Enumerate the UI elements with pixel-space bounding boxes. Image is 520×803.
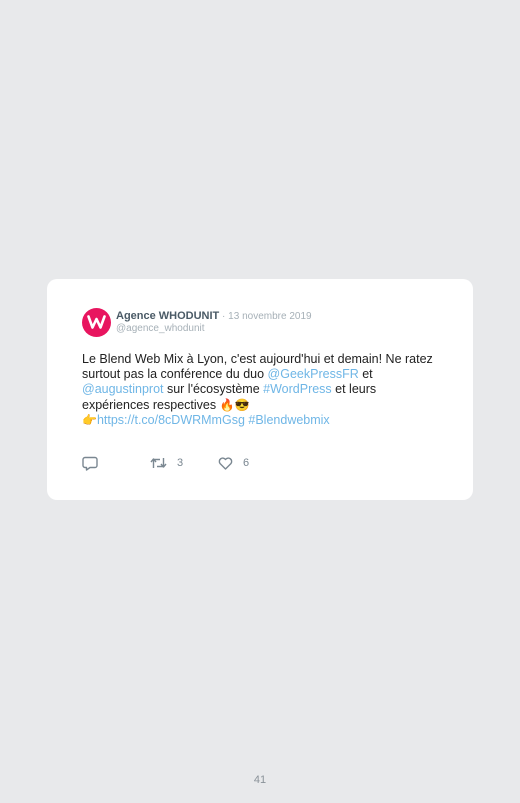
mention-geekpressfr[interactable]: @GeekPressFR — [268, 367, 359, 381]
hashtag-blendwebmix[interactable]: #Blendwebmix — [248, 413, 329, 427]
author-meta: Agence WHODUNIT · 13 novembre 2019 @agen… — [116, 310, 312, 335]
tweet-text: Le Blend Web Mix à Lyon, c'est aujourd'h… — [82, 352, 442, 428]
page-number: 41 — [253, 774, 267, 786]
reply-button[interactable] — [82, 455, 98, 471]
author-handle[interactable]: @agence_whodunit — [116, 323, 312, 335]
avatar[interactable] — [82, 307, 111, 337]
tweet-url-link[interactable]: https://t.co/8cDWRMmGsg — [97, 413, 245, 427]
mention-augustinprot[interactable]: @augustinprot — [82, 382, 164, 396]
hashtag-wordpress[interactable]: #WordPress — [263, 382, 332, 396]
cool-emoji-icon: 😎 — [234, 397, 250, 412]
fire-emoji-icon: 🔥 — [219, 397, 235, 412]
whodunit-logo-icon — [87, 315, 106, 329]
tweet-header: Agence WHODUNIT · 13 novembre 2019 @agen… — [82, 306, 312, 338]
retweet-count: 3 — [177, 457, 184, 469]
tweet-actions: 3 6 — [82, 455, 282, 471]
author-line: Agence WHODUNIT · 13 novembre 2019 — [116, 310, 312, 323]
text-part-1: Le Blend Web Mix à Lyon, c'est aujourd'h… — [82, 352, 433, 382]
text-part-2: et — [358, 367, 373, 382]
pointing-hand-emoji-icon: 👉 — [82, 412, 97, 427]
heart-icon — [218, 456, 233, 470]
tweet-card: Agence WHODUNIT · 13 novembre 2019 @agen… — [47, 279, 473, 500]
retweet-button[interactable]: 3 — [150, 455, 183, 471]
reply-icon — [82, 456, 98, 471]
like-count: 6 — [243, 457, 250, 469]
tweet-date[interactable]: 13 novembre 2019 — [228, 311, 311, 322]
text-part-3: sur l'écosystème — [163, 382, 264, 397]
retweet-icon — [150, 458, 167, 468]
separator: · — [219, 310, 229, 322]
like-button[interactable]: 6 — [218, 455, 249, 471]
author-name[interactable]: Agence WHODUNIT — [116, 310, 219, 322]
